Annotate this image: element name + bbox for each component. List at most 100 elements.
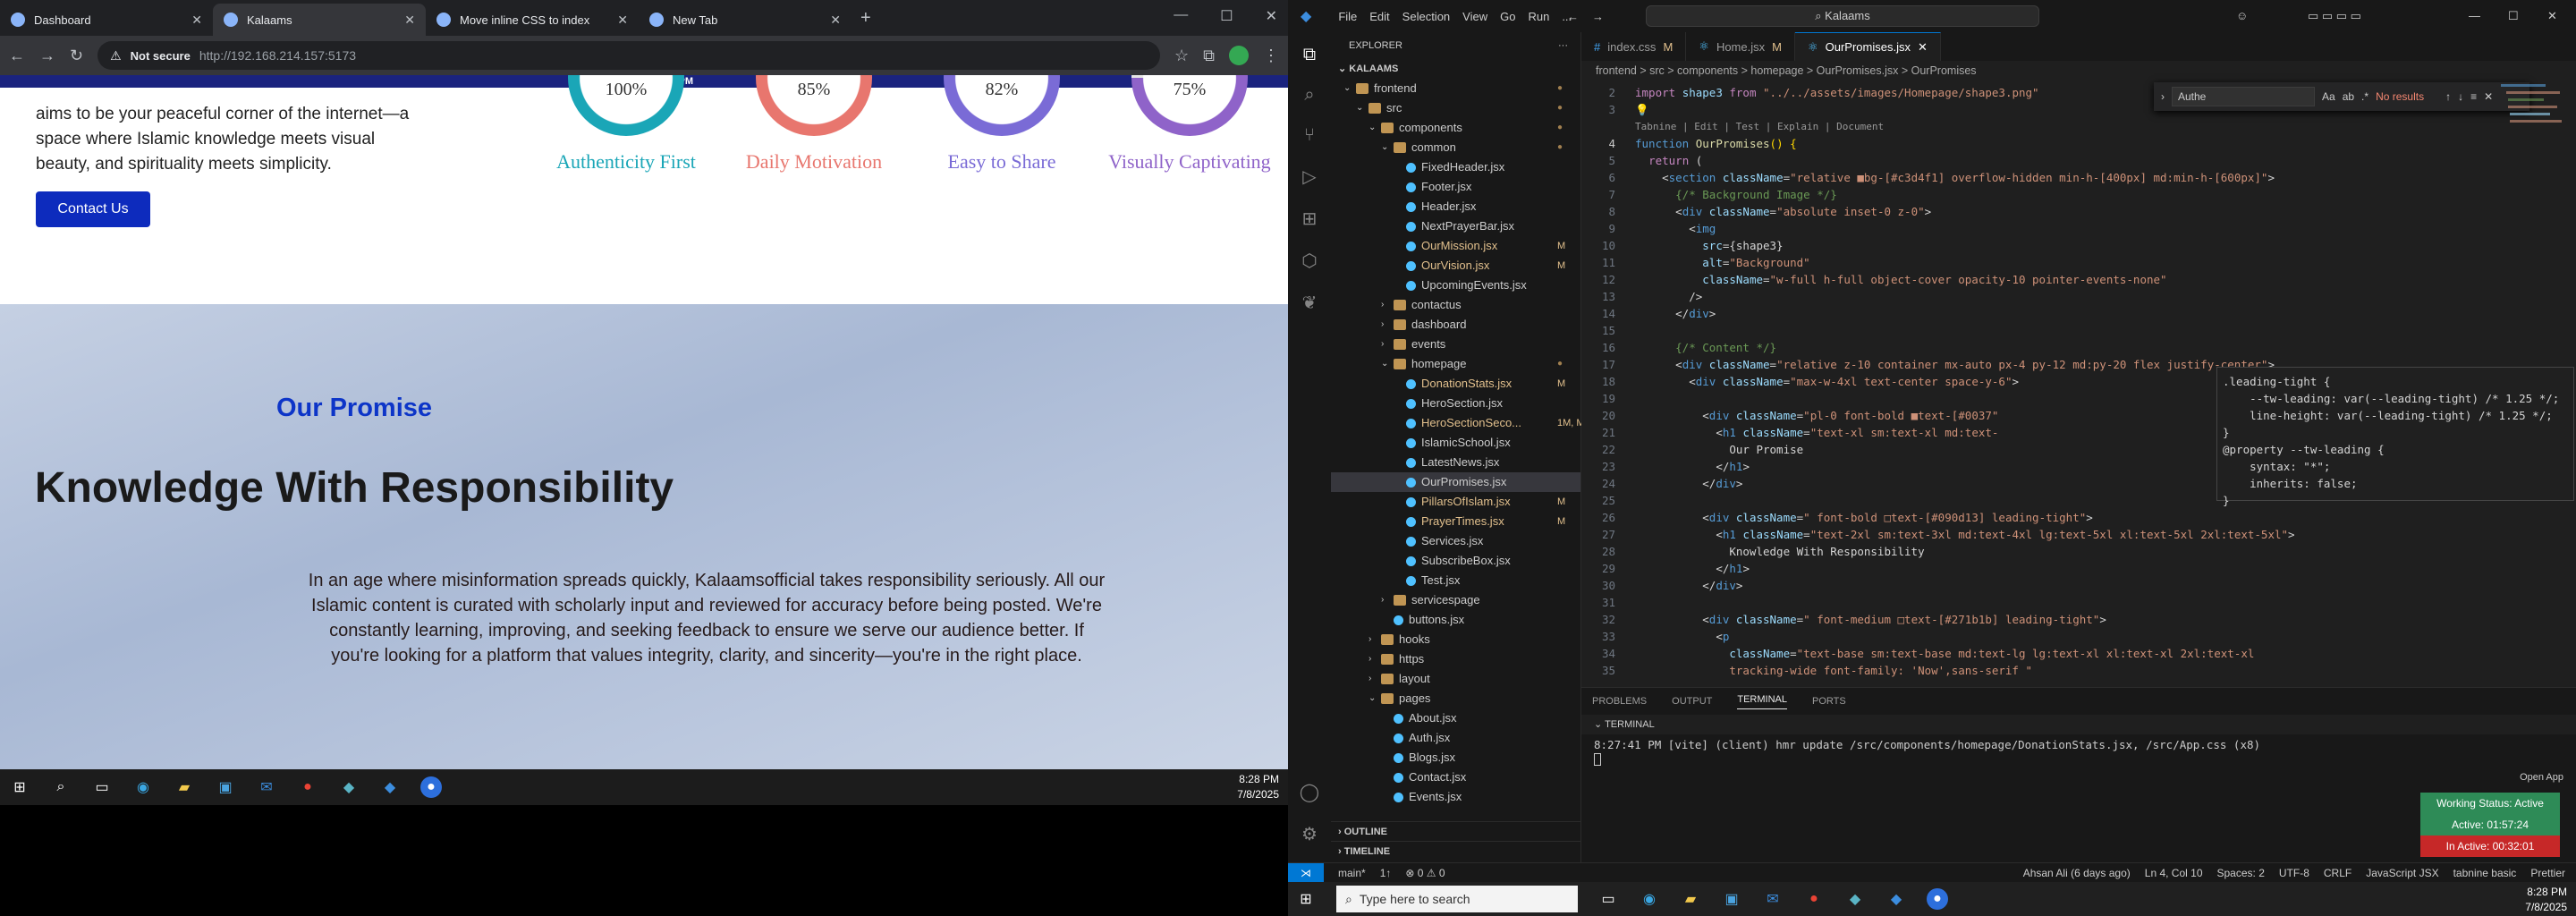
layout-toggle-icon[interactable]: ▭ ▭ ▭ ▭ xyxy=(2308,9,2361,23)
nav-back-icon[interactable]: ← xyxy=(1567,10,1579,23)
menu-item[interactable]: Selection xyxy=(1402,10,1450,23)
minimap[interactable] xyxy=(2501,81,2563,161)
editor-tab[interactable]: # index.css M xyxy=(1581,32,1687,61)
menu-item[interactable]: View xyxy=(1462,10,1487,23)
match-case-icon[interactable]: Aa xyxy=(2322,90,2335,103)
folder-item[interactable]: › https xyxy=(1331,649,1580,669)
vscode-icon[interactable]: ◆ xyxy=(1885,888,1907,910)
encoding[interactable]: UTF-8 xyxy=(2279,867,2309,879)
reload-icon[interactable]: ↻ xyxy=(70,47,83,65)
maximize-icon[interactable]: ☐ xyxy=(1220,7,1233,25)
panel-tab[interactable]: PORTS xyxy=(1812,696,1846,707)
terminal-header[interactable]: ⌄ TERMINAL xyxy=(1581,715,2576,734)
git-branch[interactable]: main* xyxy=(1338,867,1366,879)
folder-item[interactable]: › hooks xyxy=(1331,630,1580,649)
file-item[interactable]: Events.jsx xyxy=(1331,787,1580,807)
folder-item[interactable]: ⌄ pages xyxy=(1331,689,1580,708)
file-item[interactable]: Auth.jsx xyxy=(1331,728,1580,748)
chrome-icon[interactable]: ● xyxy=(297,776,318,798)
zoom-icon[interactable]: ● xyxy=(1927,888,1948,910)
file-item[interactable]: LatestNews.jsx xyxy=(1331,453,1580,472)
next-match-icon[interactable]: ↓ xyxy=(2458,90,2463,103)
file-item[interactable]: PrayerTimes.jsx M xyxy=(1331,512,1580,531)
close-tab-icon[interactable]: ✕ xyxy=(1918,40,1928,55)
mail-icon[interactable]: ✉ xyxy=(1762,888,1784,910)
close-icon[interactable]: ✕ xyxy=(2547,9,2557,23)
find-input[interactable]: Authe xyxy=(2172,87,2315,106)
menu-item[interactable]: Edit xyxy=(1369,10,1389,23)
folder-item[interactable]: › servicespage xyxy=(1331,590,1580,610)
folder-item[interactable]: › dashboard xyxy=(1331,315,1580,335)
close-tab-icon[interactable]: ✕ xyxy=(830,13,841,28)
chrome-icon[interactable]: ● xyxy=(1803,888,1825,910)
edge-icon[interactable]: ◉ xyxy=(1639,888,1660,910)
folder-item[interactable]: ⌄ common ● xyxy=(1331,138,1580,157)
profile-avatar[interactable] xyxy=(1229,46,1249,65)
file-item[interactable]: Contact.jsx xyxy=(1331,768,1580,787)
edge-icon[interactable]: ◉ xyxy=(132,776,154,798)
close-find-icon[interactable]: ✕ xyxy=(2484,90,2493,103)
open-app-label[interactable]: Open App xyxy=(2520,772,2563,783)
file-item[interactable]: IslamicSchool.jsx xyxy=(1331,433,1580,453)
editor-tab[interactable]: ⚛ OurPromises.jsx ✕ xyxy=(1794,32,1941,61)
file-item[interactable]: About.jsx xyxy=(1331,708,1580,728)
menu-kebab-icon[interactable]: ⋮ xyxy=(1263,47,1279,65)
accounts-icon[interactable]: ☺ xyxy=(2236,9,2248,22)
explorer-icon[interactable]: ⧉ xyxy=(1303,45,1316,65)
indentation[interactable]: Spaces: 2 xyxy=(2217,867,2265,879)
mongodb-leaf-icon[interactable]: ❦ xyxy=(1302,292,1318,314)
find-selection-icon[interactable]: ≡ xyxy=(2470,90,2477,103)
close-tab-icon[interactable]: ✕ xyxy=(191,13,202,28)
editor-tab[interactable]: ⚛ Home.jsx M xyxy=(1686,32,1795,61)
extensions-icon[interactable]: ⊞ xyxy=(1302,208,1318,230)
settings-gear-icon[interactable]: ⚙ xyxy=(1301,823,1318,845)
menu-item[interactable]: Go xyxy=(1500,10,1515,23)
account-icon[interactable]: ◯ xyxy=(1300,781,1319,803)
tabnine-status[interactable]: tabnine basic xyxy=(2453,867,2517,879)
file-item[interactable]: OurPromises.jsx xyxy=(1331,472,1580,492)
close-tab-icon[interactable]: ✕ xyxy=(404,13,415,28)
git-blame[interactable]: Ahsan Ali (6 days ago) xyxy=(2023,867,2131,879)
terminal-output[interactable]: 8:27:41 PM [vite] (client) hmr update /s… xyxy=(1581,734,2576,769)
folder-item[interactable]: ⌄ src ● xyxy=(1331,98,1580,118)
language-mode[interactable]: JavaScript JSX xyxy=(2366,867,2438,879)
prettier-status[interactable]: Prettier xyxy=(2530,867,2565,879)
regex-icon[interactable]: .* xyxy=(2361,90,2368,103)
folder-item[interactable]: › layout xyxy=(1331,669,1580,689)
taskbar-search[interactable]: ⌕ Type here to search xyxy=(1336,886,1578,912)
line-endings[interactable]: CRLF xyxy=(2324,867,2351,879)
windows-start-icon[interactable]: ⊞ xyxy=(1295,888,1317,910)
vscode-alt-icon[interactable]: ◆ xyxy=(1844,888,1866,910)
close-tab-icon[interactable]: ✕ xyxy=(617,13,628,28)
source-control-icon[interactable]: ⑂ xyxy=(1304,125,1315,146)
file-item[interactable]: Blogs.jsx xyxy=(1331,748,1580,768)
file-item[interactable]: FixedHeader.jsx xyxy=(1331,157,1580,177)
file-item[interactable]: Footer.jsx xyxy=(1331,177,1580,197)
task-view-icon[interactable]: ▭ xyxy=(1597,888,1619,910)
file-item[interactable]: HeroSectionSeco... 1M, M xyxy=(1331,413,1585,433)
search-icon[interactable]: ⌕ xyxy=(1304,85,1314,106)
file-explorer-icon[interactable]: ▰ xyxy=(174,776,195,798)
previous-match-icon[interactable]: ↑ xyxy=(2445,90,2451,103)
file-item[interactable]: NextPrayerBar.jsx xyxy=(1331,216,1580,236)
panel-tab[interactable]: PROBLEMS xyxy=(1592,696,1647,707)
cursor-position[interactable]: Ln 4, Col 10 xyxy=(2145,867,2203,879)
zoom-icon[interactable]: ● xyxy=(420,776,442,798)
folder-item[interactable]: ⌄ frontend ● xyxy=(1331,79,1580,98)
command-center-search[interactable]: ⌕ Kalaams xyxy=(1646,5,2039,27)
browser-tab[interactable]: Move inline CSS to index ✕ xyxy=(426,4,639,36)
file-item[interactable]: buttons.jsx xyxy=(1331,610,1580,630)
close-icon[interactable]: ✕ xyxy=(1266,7,1277,25)
browser-tab[interactable]: Dashboard ✕ xyxy=(0,4,213,36)
run-debug-icon[interactable]: ▷ xyxy=(1302,165,1316,188)
back-icon[interactable]: ← xyxy=(9,47,25,65)
remote-indicator-icon[interactable]: ⋊ xyxy=(1288,862,1324,883)
windows-start-icon[interactable]: ⊞ xyxy=(9,776,30,798)
mail-icon[interactable]: ✉ xyxy=(256,776,277,798)
file-item[interactable]: DonationStats.jsx M xyxy=(1331,374,1580,394)
panel-tab[interactable]: TERMINAL xyxy=(1737,694,1787,709)
extensions-icon[interactable]: ⧉ xyxy=(1203,47,1215,65)
outline-section[interactable]: › OUTLINE xyxy=(1331,821,1581,841)
file-item[interactable]: OurMission.jsx M xyxy=(1331,236,1580,256)
remote-explorer-icon[interactable]: ⬡ xyxy=(1301,250,1317,272)
